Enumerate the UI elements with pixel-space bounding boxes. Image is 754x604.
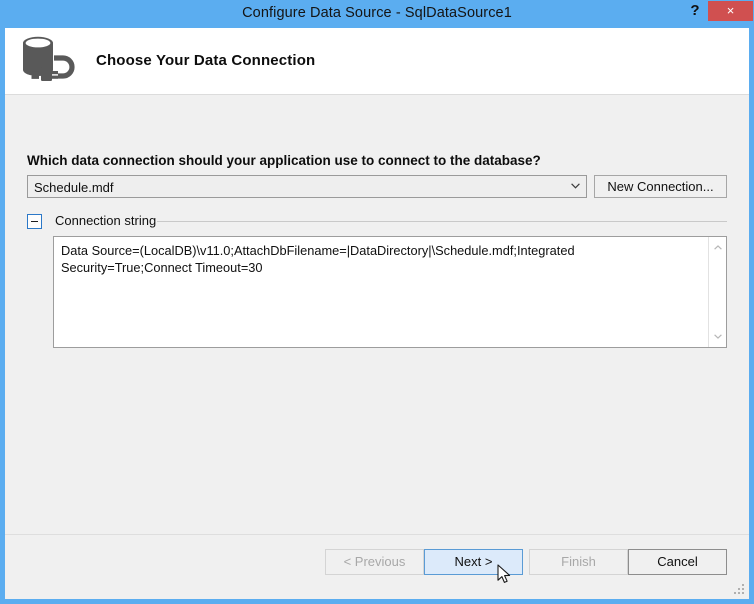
dialog-client-area: Choose Your Data Connection Which data c… [5, 28, 749, 599]
group-divider [157, 221, 727, 222]
connection-string-scrollbar[interactable] [708, 237, 726, 347]
connection-combobox-value: Schedule.mdf [34, 180, 114, 195]
title-bar[interactable]: Configure Data Source - SqlDataSource1 ?… [0, 0, 754, 28]
new-connection-button[interactable]: New Connection... [594, 175, 727, 198]
next-button[interactable]: Next > [424, 549, 523, 575]
dialog-footer: < Previous Next > Finish Cancel [5, 534, 749, 599]
dialog-body: Which data connection should your applic… [5, 95, 749, 535]
page-title: Choose Your Data Connection [96, 52, 316, 69]
previous-button: < Previous [325, 549, 424, 575]
help-button[interactable]: ? [682, 0, 708, 22]
finish-button: Finish [529, 549, 628, 575]
resize-grip[interactable] [734, 584, 746, 596]
window-title: Configure Data Source - SqlDataSource1 [242, 5, 512, 21]
collapse-expander-toggle[interactable] [27, 214, 42, 229]
prompt-label: Which data connection should your applic… [27, 153, 541, 168]
connection-string-group-label: Connection string [55, 213, 157, 228]
close-button[interactable]: × [708, 1, 753, 21]
dialog-banner: Choose Your Data Connection [5, 28, 749, 95]
chevron-down-icon[interactable] [565, 176, 585, 197]
scroll-up-icon[interactable] [709, 239, 726, 256]
database-connection-icon [17, 32, 83, 90]
connection-combobox[interactable]: Schedule.mdf [27, 175, 587, 198]
configure-data-source-dialog: Configure Data Source - SqlDataSource1 ?… [0, 0, 754, 604]
connection-string-textarea[interactable]: Data Source=(LocalDB)\v11.0;AttachDbFile… [53, 236, 727, 348]
connection-string-group-header: Connection string [27, 213, 727, 231]
connection-string-value: Data Source=(LocalDB)\v11.0;AttachDbFile… [61, 243, 579, 275]
cancel-button[interactable]: Cancel [628, 549, 727, 575]
scroll-down-icon[interactable] [709, 328, 726, 345]
